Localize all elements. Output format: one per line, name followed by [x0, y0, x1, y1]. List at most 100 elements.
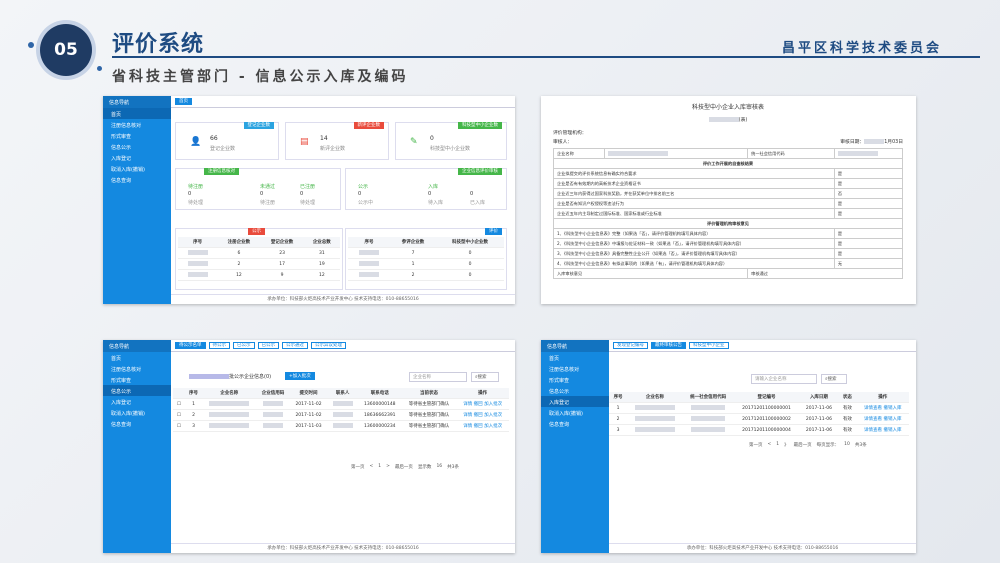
- footer: 承办单位：科技部火炬高技术产业开发中心 技术支持电话：010-88655016: [609, 543, 916, 553]
- search-input[interactable]: 请输入企业名称: [751, 374, 817, 384]
- tab-pending-list[interactable]: 待公示名单: [175, 342, 206, 349]
- sidebar-item-query[interactable]: 信息查询: [541, 418, 609, 429]
- sidebar-header: 信息导航: [103, 96, 171, 108]
- sidebar-item-review[interactable]: 形式审查: [103, 130, 171, 141]
- search-button[interactable]: ⌕搜索: [471, 372, 499, 382]
- sidebar-item-review[interactable]: 形式审查: [541, 374, 609, 385]
- pagination[interactable]: 第一页 <1 > 最后一页 显示数 16 共3条: [351, 464, 459, 470]
- slide-number-badge: 05: [40, 24, 92, 76]
- publish-table: 序号 注册企业数 登记企业数 企业总数 6 23 31 2 17 19 12 9 12: [178, 237, 340, 281]
- sidebar-item-publish[interactable]: 信息公示: [103, 141, 171, 152]
- sidebar-item-home[interactable]: 首页: [541, 352, 609, 363]
- registry-table: 序号 企业名称 统一社会信用代码 登记编号 入库日期 状态 操作 1 201712011000…: [609, 392, 909, 436]
- tab-objection[interactable]: 公示异议处理: [311, 342, 346, 349]
- card-label: 新评企业数: [320, 146, 346, 152]
- card-value: 14: [320, 135, 328, 142]
- tab-bar: 发现登记编号 最终审核公告 科技型中小企业: [609, 340, 916, 352]
- sidebar-item-review[interactable]: 形式审查: [103, 374, 171, 385]
- stat-card: 登记企业数 👤 66 登记企业数: [175, 122, 279, 160]
- row-checkbox[interactable]: ☐: [173, 409, 185, 421]
- sidebar-item-home[interactable]: 首页: [103, 108, 171, 119]
- card-label: 登记企业数: [210, 146, 236, 152]
- footer: 承办单位：科技部火炬高技术产业开发中心 技术支持电话：010-88655016: [171, 294, 515, 304]
- audit-form: 科技型中小企业入库审核表 (表) 评价管理机构： 审核人： 审核日期： 1月03日 …: [552, 102, 904, 279]
- edit-icon: ✎: [410, 137, 418, 147]
- card-tag: 登记企业数: [243, 122, 274, 129]
- pagination[interactable]: 第一页 <1 》最后一页 每页显示： 10 共3条: [749, 442, 867, 448]
- add-batch-button[interactable]: +加入批次: [285, 372, 315, 380]
- stat-card: 新评企业数 ▤ 14 新评企业数: [285, 122, 389, 160]
- table-row: 6 23 31: [178, 247, 340, 259]
- footer: 承办单位：科技部火炬高技术产业开发中心 技术支持电话：010-88655016: [171, 543, 515, 553]
- table-row: ☐ 2 2017-11-02 18636662391 等待省主管部门确认 详情 撤回 加入…: [173, 409, 509, 421]
- tab-published-2[interactable]: 已公示: [257, 342, 279, 349]
- tab-published[interactable]: 已公示: [233, 342, 255, 349]
- sidebar-item-home[interactable]: 首页: [103, 352, 171, 363]
- tab-bar: 首页: [171, 96, 515, 108]
- table-row: 3 20171201100000004 2017-11-06 有效 详情查看 撤销入库: [609, 424, 909, 436]
- publish-panel: 企业信息评价审核 公示 0 公示中 入库 0 待入库 0 已入库: [345, 168, 507, 210]
- card-label: 科技型中小企业数: [430, 146, 471, 152]
- sidebar: 信息导航 首页 注册信息核对 形式审查 信息公示 入库登记 取消入库(撤销) 信…: [541, 340, 609, 553]
- search-button[interactable]: ⌕搜索: [821, 374, 847, 384]
- tab-home[interactable]: 首页: [175, 98, 192, 105]
- card-value: 0: [430, 135, 434, 142]
- deco-dot: [28, 42, 34, 48]
- table-row: 10: [348, 258, 504, 270]
- sidebar-item-publish[interactable]: 信息公示: [103, 385, 171, 396]
- document-icon: ▤: [300, 137, 309, 147]
- tab-registry-code[interactable]: 发现登记编号: [613, 342, 648, 349]
- table-row: 1 20171201100000001 2017-11-06 有效 详情查看 撤销入库: [609, 402, 909, 414]
- tab-final-notice[interactable]: 最终审核公告: [651, 342, 686, 349]
- storage-registry-screenshot: 信息导航 首页 注册信息核对 形式审查 信息公示 入库登记 取消入库(撤销) 信…: [541, 340, 916, 553]
- sidebar-item-cancel[interactable]: 取消入库(撤销): [103, 163, 171, 174]
- card-tag: 新评企业数: [353, 122, 384, 129]
- sidebar-item-publish[interactable]: 信息公示: [541, 385, 609, 396]
- table-row: ☐ 1 2017-11-02 13600000148 等待省主管部门确认 详情 撤回 加入…: [173, 398, 509, 410]
- form-table: 企业名称 统一社会信用代码 评价工作开展的自查核结果 企业拟提交的评价系统信息有确…: [552, 148, 904, 279]
- table-row: 20: [348, 269, 504, 281]
- panel-tag: 注册信息核对: [204, 168, 239, 175]
- audit-form-screenshot: 科技型中小企业入库审核表 (表) 评价管理机构： 审核人： 审核日期： 1月03日 …: [541, 96, 916, 304]
- user-icon: 👤: [190, 137, 202, 147]
- table-row: ☐ 3 2017-11-03 13600000234 等待省主管部门确认 详情 撤回 加入…: [173, 420, 509, 432]
- slide-subtitle: 省科技主管部门 - 信息公示入库及编码: [112, 69, 409, 85]
- title-divider: [112, 56, 980, 58]
- sidebar-item-storage[interactable]: 入库登记: [103, 152, 171, 163]
- sidebar-item-register[interactable]: 注册信息核对: [103, 363, 171, 374]
- review-table-panel: 评价 序号 参评企业数 科技型中小企业数 70 10 20: [345, 228, 507, 290]
- card-tag: 科技型中小企业数: [458, 122, 502, 129]
- sidebar-item-storage[interactable]: 入库登记: [103, 396, 171, 407]
- form-title: 科技型中小企业入库审核表: [691, 104, 764, 111]
- dashboard-screenshot: 信息导航 首页 注册信息核对 形式审查 信息公示 入库登记 取消入库(撤销) 信…: [103, 96, 515, 304]
- sidebar-item-register[interactable]: 注册信息核对: [103, 119, 171, 130]
- card-value: 66: [210, 135, 218, 142]
- register-panel: 注册信息核对 待注册 0 待处理 未通过 0 待注册 已注册 0 待处理: [175, 168, 341, 210]
- row-checkbox[interactable]: ☐: [173, 398, 185, 410]
- stat-card: 科技型中小企业数 ✎ 0 科技型中小企业数: [395, 122, 507, 160]
- review-table: 序号 参评企业数 科技型中小企业数 70 10 20: [348, 237, 504, 281]
- sidebar-item-cancel[interactable]: 取消入库(撤销): [541, 407, 609, 418]
- panel-tag: 企业信息评价审核: [458, 168, 502, 175]
- slide-number: 05: [54, 40, 78, 60]
- reviewer-label: 审核人：: [553, 140, 573, 145]
- sidebar-item-query[interactable]: 信息查询: [103, 174, 171, 185]
- tab-pending[interactable]: 待公示: [208, 342, 230, 349]
- organization-name: 昌平区科学技术委员会: [781, 41, 942, 56]
- deco-dot: [97, 66, 102, 71]
- tab-sme[interactable]: 科技型中小企业: [689, 342, 729, 349]
- sidebar-item-storage[interactable]: 入库登记: [541, 396, 609, 407]
- search-input[interactable]: 企业名称: [409, 372, 467, 382]
- sidebar-item-cancel[interactable]: 取消入库(撤销): [103, 407, 171, 418]
- sidebar: 信息导航 首页 注册信息核对 形式审查 信息公示 入库登记 取消入库(撤销) 信…: [103, 340, 171, 553]
- publish-table: 序号 企业名称 企业信用码 提交时间 联系人 联系电话 当前状态 操作 ☐ 1 2017-11-0…: [173, 388, 509, 432]
- row-checkbox[interactable]: ☐: [173, 420, 185, 432]
- sidebar-item-query[interactable]: 信息查询: [103, 418, 171, 429]
- table-row: 2 17 19: [178, 258, 340, 270]
- table-row: 2 20171201100000002 2017-11-06 有效 详情查看 撤销入库: [609, 413, 909, 425]
- tab-bar: 待公示名单 待公示 已公示 已公示 公示通过 公示异议处理: [171, 340, 515, 352]
- slide-title: 评价系统: [112, 32, 205, 57]
- sidebar-item-register[interactable]: 注册信息核对: [541, 363, 609, 374]
- org-label: 评价管理机构：: [553, 131, 587, 136]
- tab-passed[interactable]: 公示通过: [282, 342, 308, 349]
